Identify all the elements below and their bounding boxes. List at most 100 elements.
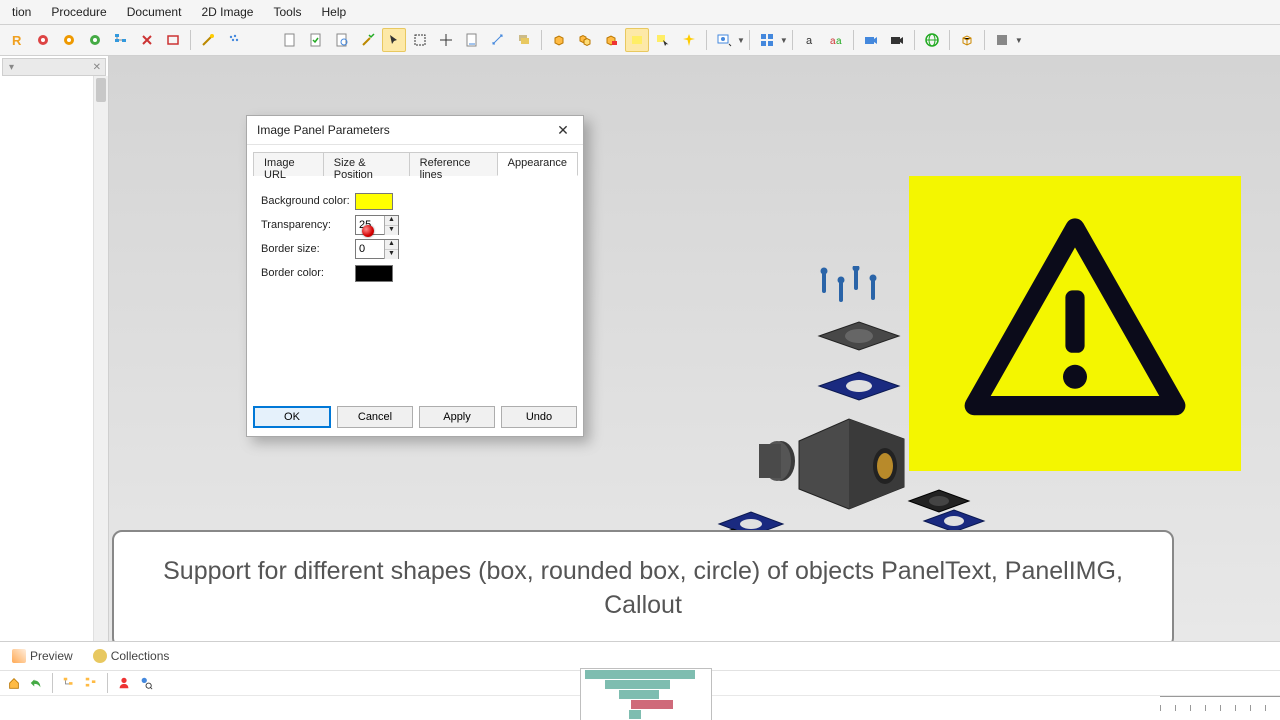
dialog-tabs: Image URL Size & Position Reference line… [253, 151, 577, 176]
crosshair-icon[interactable] [434, 28, 458, 52]
main-toolbar: R ▼ ▼ a aa [0, 25, 1280, 56]
close-icon[interactable]: ✕ [553, 120, 573, 140]
bordersize-label: Border size: [261, 243, 355, 255]
menu-document[interactable]: Document [119, 2, 190, 22]
box3d-icon[interactable] [955, 28, 979, 52]
cube-lock-icon[interactable] [599, 28, 623, 52]
separator [984, 30, 985, 50]
separator [949, 30, 950, 50]
bordercolor-label: Border color: [261, 267, 355, 279]
tab-size-position[interactable]: Size & Position [323, 152, 410, 176]
rect-tool-icon[interactable] [161, 28, 185, 52]
gear-orange-icon[interactable] [57, 28, 81, 52]
tab-image-url[interactable]: Image URL [253, 152, 324, 176]
undo-button[interactable]: Undo [501, 406, 577, 428]
menu-help[interactable]: Help [313, 2, 354, 22]
dialog-title: Image Panel Parameters [257, 123, 390, 137]
cursor-select-icon[interactable] [382, 28, 406, 52]
menu-tools[interactable]: Tools [265, 2, 309, 22]
svg-text:R: R [12, 33, 22, 48]
spin-down-icon[interactable]: ▼ [385, 250, 398, 259]
home-icon[interactable] [4, 673, 24, 693]
mask-yellow-icon[interactable] [625, 28, 649, 52]
dialog-titlebar[interactable]: Image Panel Parameters ✕ [247, 116, 583, 145]
scroll-thumb[interactable] [96, 78, 106, 102]
gear-red-icon[interactable] [31, 28, 55, 52]
mask-cursor-icon[interactable] [651, 28, 675, 52]
layout-dropdown-icon[interactable] [755, 28, 779, 52]
stack-icon[interactable] [512, 28, 536, 52]
page-check-icon[interactable] [304, 28, 328, 52]
tab-preview[interactable]: Preview [4, 647, 81, 665]
cancel-button[interactable]: Cancel [337, 406, 413, 428]
bgcolor-label: Background color: [261, 195, 355, 207]
warning-panel[interactable] [909, 176, 1241, 471]
view-dropdown-icon[interactable] [712, 28, 736, 52]
ok-button[interactable]: OK [253, 406, 331, 428]
tree-icon[interactable] [109, 28, 133, 52]
spin-up-icon[interactable]: ▲ [385, 240, 398, 250]
final-dropdown-icon[interactable] [990, 28, 1014, 52]
user-icon[interactable] [114, 673, 134, 693]
camera-black-icon[interactable] [885, 28, 909, 52]
tab-collections[interactable]: Collections [85, 647, 178, 665]
rect-select-icon[interactable] [408, 28, 432, 52]
bordersize-spinner[interactable]: ▲▼ [355, 239, 399, 259]
bordersize-input[interactable] [356, 241, 384, 257]
user-search-icon[interactable] [136, 673, 156, 693]
bordercolor-swatch[interactable] [355, 265, 393, 282]
separator [914, 30, 915, 50]
apply-button[interactable]: Apply [419, 406, 495, 428]
panel-tab[interactable]: ▾ ✕ [2, 58, 106, 76]
tree3-icon[interactable] [81, 673, 101, 693]
menu-2dimage[interactable]: 2D Image [193, 2, 261, 22]
text-aa-icon[interactable]: aa [824, 28, 848, 52]
tab-label: Preview [30, 649, 73, 663]
warning-triangle-icon [955, 204, 1195, 444]
tab-appearance[interactable]: Appearance [497, 152, 578, 176]
caption-text: Support for different shapes (box, round… [154, 555, 1132, 623]
spark-icon[interactable] [677, 28, 701, 52]
camera-blue-icon[interactable] [859, 28, 883, 52]
chevron-down-icon[interactable]: ▼ [737, 36, 745, 45]
scrollbar[interactable] [93, 76, 108, 642]
page-search-icon[interactable] [330, 28, 354, 52]
collections-icon [93, 649, 107, 663]
transparency-label: Transparency: [261, 219, 355, 231]
reply-icon[interactable] [26, 673, 46, 693]
chevron-down-icon[interactable]: ▾ [9, 62, 14, 73]
wand-check-icon[interactable] [356, 28, 380, 52]
dialog-buttons: OK Cancel Apply Undo [253, 406, 577, 428]
svg-text:a: a [806, 35, 813, 47]
gantt-chart[interactable] [580, 668, 712, 720]
chevron-down-icon[interactable]: ▼ [780, 36, 788, 45]
globe-icon[interactable] [920, 28, 944, 52]
cube-copy-icon[interactable] [573, 28, 597, 52]
page-icon[interactable] [278, 28, 302, 52]
dialog-body: Background color: Transparency: ▲▼ Borde… [247, 176, 583, 284]
menu-item[interactable]: tion [4, 2, 39, 22]
separator [706, 30, 707, 50]
separator [853, 30, 854, 50]
page-measure-icon[interactable] [460, 28, 484, 52]
tab-reference-lines[interactable]: Reference lines [409, 152, 498, 176]
left-panel: ▾ ✕ [0, 56, 109, 642]
spray-icon[interactable] [222, 28, 246, 52]
tree2-icon[interactable] [59, 673, 79, 693]
spin-up-icon[interactable]: ▲ [385, 216, 398, 226]
text-a-icon[interactable]: a [798, 28, 822, 52]
gear-green-icon[interactable] [83, 28, 107, 52]
ruler [1160, 696, 1280, 711]
spin-down-icon[interactable]: ▼ [385, 226, 398, 235]
wand-icon[interactable] [196, 28, 220, 52]
separator [749, 30, 750, 50]
menu-procedure[interactable]: Procedure [43, 2, 114, 22]
delete-icon[interactable] [135, 28, 159, 52]
measure-icon[interactable] [486, 28, 510, 52]
reset-icon[interactable]: R [5, 28, 29, 52]
bgcolor-swatch[interactable] [355, 193, 393, 210]
close-icon[interactable]: ✕ [93, 62, 101, 73]
chevron-down-icon[interactable]: ▼ [1015, 36, 1023, 45]
cube-add-icon[interactable] [547, 28, 571, 52]
separator [190, 30, 191, 50]
